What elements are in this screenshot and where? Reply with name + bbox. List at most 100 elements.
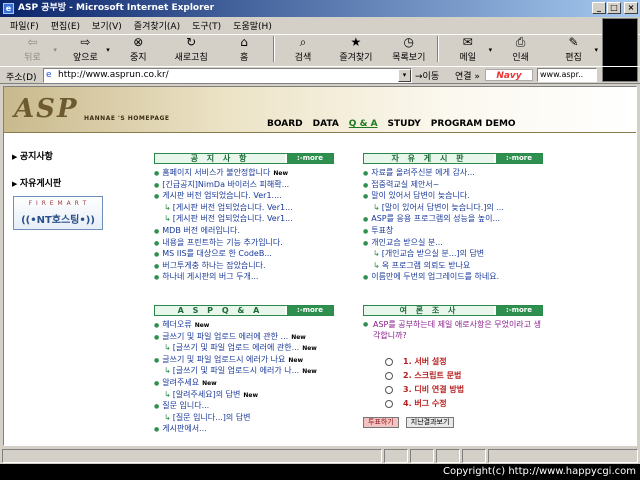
bullet-icon: ●	[363, 274, 369, 282]
sidebar-item-free-board[interactable]: ▶ 자유게시판	[12, 176, 122, 189]
list-item[interactable]: ● 자료를 올려주신분 에게 감사...	[363, 167, 543, 179]
toolbar-separator	[272, 36, 275, 62]
list-item[interactable]: ● 투표창	[363, 225, 543, 237]
list-item[interactable]: ↳ [게시판 버전 업되었습니다. Ver1...	[154, 213, 334, 225]
past-results-button[interactable]: 지난결과보기	[405, 417, 455, 428]
list-item[interactable]: ↳ [질문 입니다...]의 답변	[154, 412, 334, 424]
nav-program-demo[interactable]: PROGRAM DEMO	[426, 119, 521, 129]
list-item[interactable]: ● 말이 있어서 답변이 늦습니다.	[363, 190, 543, 202]
print-button[interactable]: ⎙ 인쇄	[494, 36, 547, 64]
new-badge: New	[202, 379, 217, 387]
free-board: 자 유 게 시 판 :-more ● 자료를 올려주신분 에게 감사... ● 접중력…	[363, 153, 543, 283]
menu-file[interactable]: 파일(F)	[4, 19, 45, 32]
notice-more-button[interactable]: :-more	[287, 154, 333, 163]
maximize-button[interactable]: □	[607, 2, 621, 14]
list-item-title: [글쓰기 및 파일 업로드시 에러가 나...	[172, 366, 300, 376]
naver-total-button[interactable]: 전체	[603, 69, 620, 82]
address-input[interactable]: e http://www.asprun.co.kr/ ▾	[43, 68, 412, 83]
mail-button[interactable]: ✉ 메일 ▾	[441, 36, 494, 64]
site-logo[interactable]: ASP	[14, 94, 79, 124]
naver-logo[interactable]: Navy	[485, 69, 533, 81]
home-button[interactable]: ⌂ 홈	[218, 36, 271, 64]
menu-view[interactable]: 보기(V)	[86, 19, 128, 32]
list-item[interactable]: ● 이름만에 두번의 업그레이드를 하네요.	[363, 271, 543, 283]
list-item[interactable]: ↳ [글쓰기 및 파일 업로드 에러에 관한... New	[154, 342, 334, 354]
list-item-title: [게시판 버전 업되었습니다. Ver1...	[172, 202, 293, 212]
list-item[interactable]: ● 하나네 게시판의 버그 두개...	[154, 271, 334, 283]
window-controls: _ □ ×	[592, 2, 638, 14]
links-button[interactable]: 연결 »	[455, 69, 480, 82]
radio-button[interactable]	[385, 372, 393, 380]
list-item[interactable]: ● 홈페이지 서비스가 불안정합니다 New	[154, 167, 334, 179]
menu-bar: 파일(F) 편집(E) 보기(V) 즐겨찾기(A) 도구(T) 도움말(H)	[0, 17, 640, 35]
list-item[interactable]: ↳ [말이 있어서 답변이 늦습니다.]의 ...	[363, 202, 543, 214]
poll-option[interactable]: 3. 디비 연결 방법	[385, 383, 543, 397]
dropdown-arrow-icon[interactable]: ▾	[106, 46, 110, 54]
banner-top-text: F I R E M A R T	[28, 200, 88, 207]
radio-button[interactable]	[385, 400, 393, 408]
list-item[interactable]: ● 게시판 버전 업되었습니다. Ver1....	[154, 190, 334, 202]
poll-option[interactable]: 1. 서버 설정	[385, 355, 543, 369]
stop-button[interactable]: ⊗ 중지	[112, 36, 165, 64]
list-item[interactable]: ● 글쓰기 및 파일 업로드 에러에 관한 ... New	[154, 331, 334, 343]
list-item[interactable]: ● 내용을 프린트하는 기능 추가입니다.	[154, 237, 334, 249]
site-header: ASP HANNAE 'S HOMEPAGE BOARD DATA Q & A …	[4, 87, 636, 133]
list-item[interactable]: ● 버그투게충 하나는 잡았습니다.	[154, 260, 334, 272]
list-item[interactable]: ↳ 옥 프로그램 의뢰도 받나요	[363, 260, 543, 272]
nt-hosting-banner[interactable]: F I R E M A R T ((•NT호스팅•))	[13, 196, 103, 230]
list-item[interactable]: ● 글쓰기 및 파일 업로드시 에러가 나요 New	[154, 354, 334, 366]
dropdown-arrow-icon[interactable]: ▾	[489, 46, 493, 54]
radio-button[interactable]	[385, 358, 393, 366]
radio-button[interactable]	[385, 386, 393, 394]
list-item[interactable]: ↳ [개인교습 받으실 분...]의 답변	[363, 248, 543, 260]
ie-icon: e	[3, 3, 14, 14]
list-item[interactable]: ● 헤더오류 New	[154, 319, 334, 331]
sidebar-item-notice[interactable]: ▶ 공지사항	[12, 149, 122, 162]
forward-button[interactable]: ⇨ 앞으로 ▾	[59, 36, 112, 64]
bullet-icon: ●	[154, 239, 160, 247]
list-item[interactable]: ● 질문 입니다...	[154, 400, 334, 412]
history-button[interactable]: ◷ 목록보기	[382, 36, 435, 64]
list-item[interactable]: ● MS IIS를 대상으로 한 CodeB...	[154, 248, 334, 260]
bullet-icon: ●	[363, 181, 369, 189]
poll-more-button[interactable]: :-more	[496, 306, 542, 315]
list-item[interactable]: ● 게시판에서...	[154, 423, 334, 435]
search-button[interactable]: ⌕ 검색	[277, 36, 330, 64]
list-item[interactable]: ↳ [글쓰기 및 파일 업로드시 에러가 나... New	[154, 365, 334, 377]
menu-help[interactable]: 도움말(H)	[227, 19, 278, 32]
minimize-button[interactable]: _	[592, 2, 606, 14]
edit-icon: ✎	[568, 35, 579, 49]
list-item[interactable]: ● 접중력교실 제안서~	[363, 179, 543, 191]
nav-qna[interactable]: Q & A	[344, 119, 383, 129]
qna-more-button[interactable]: :-more	[287, 306, 333, 315]
list-item[interactable]: ↳ [알려주세요]의 답변 New	[154, 389, 334, 401]
list-item[interactable]: ● [긴급공지]NimDa 바이러스 피해확...	[154, 179, 334, 191]
address-dropdown-icon[interactable]: ▾	[398, 69, 411, 82]
edit-button[interactable]: ✎ 편집 ▾	[547, 36, 600, 64]
list-item[interactable]: ● 알려주세요 New	[154, 377, 334, 389]
naver-search-input[interactable]: www.aspr..	[537, 68, 597, 82]
go-button[interactable]: →이동	[415, 69, 439, 82]
nav-study[interactable]: STUDY	[383, 119, 426, 129]
list-item[interactable]: ↳ [게시판 버전 업되었습니다. Ver1...	[154, 202, 334, 214]
list-item[interactable]: ● ASP를 응용 프로그램의 성능을 높이...	[363, 213, 543, 225]
free-more-button[interactable]: :-more	[496, 154, 542, 163]
nav-data[interactable]: DATA	[308, 119, 344, 129]
list-item[interactable]: ● 개인교습 받으실 분...	[363, 237, 543, 249]
menu-edit[interactable]: 편집(E)	[45, 19, 86, 32]
menu-tools[interactable]: 도구(T)	[186, 19, 227, 32]
refresh-button[interactable]: ↻ 새로고침	[165, 36, 218, 64]
list-item-title: [개인교습 받으실 분...]의 답변	[381, 249, 485, 259]
dropdown-arrow-icon[interactable]: ▾	[594, 46, 598, 54]
vote-button[interactable]: 투표하기	[363, 417, 399, 428]
back-button[interactable]: ⇦ 뒤로 ▾	[6, 36, 59, 64]
nav-board[interactable]: BOARD	[262, 119, 308, 129]
poll-option[interactable]: 2. 스크립트 문법	[385, 369, 543, 383]
list-item[interactable]: ● MDB 버전 에러입니다.	[154, 225, 334, 237]
favorites-button[interactable]: ★ 즐겨찾기	[329, 36, 382, 64]
dropdown-arrow-icon[interactable]: ▾	[53, 46, 57, 54]
close-button[interactable]: ×	[624, 2, 638, 14]
menu-favorites[interactable]: 즐겨찾기(A)	[128, 19, 186, 32]
forward-arrow-icon: ⇨	[80, 35, 91, 49]
poll-option[interactable]: 4. 버그 수정	[385, 397, 543, 411]
